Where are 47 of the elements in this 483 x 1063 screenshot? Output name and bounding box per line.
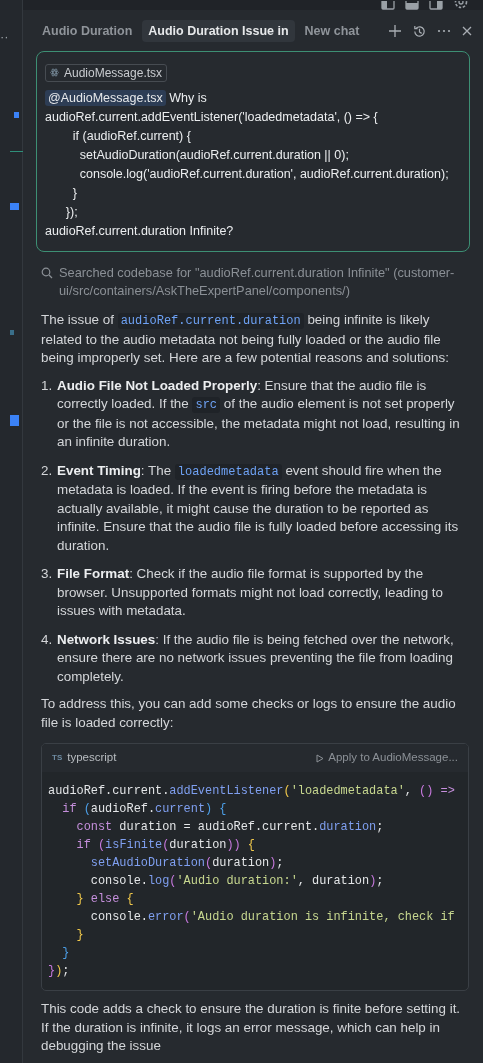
code-line: } [75, 927, 85, 944]
react-icon [50, 68, 59, 77]
message-text: @AudioMessage.tsx Why is audioRef.current.addEventListener('loadedmetadata', () => { if (audioRef.current) { setAudioDuration(audioRef.current.duration || 0); console.log('audioRef.current.duration', audioRef.current.duration); } }); audioRef.current.duration Infinite? [45, 89, 450, 240]
sidebar-layout-icon[interactable] [381, 1, 395, 10]
code-line: } [61, 945, 71, 962]
chat-tab[interactable]: Audio Duration Issue in [142, 20, 295, 42]
apply-button[interactable]: Apply to AudioMessage... [316, 749, 458, 767]
more-text[interactable]: ·· [0, 30, 9, 43]
change-marker [10, 330, 14, 335]
panel-layout-icon[interactable] [405, 1, 419, 10]
list-number: 4. [41, 630, 53, 649]
paragraph: To address this, you can add some checks or logs to ensure the audio file is loaded correctly: [41, 695, 457, 732]
code-line: setAudioDuration(duration); [89, 855, 285, 872]
code-line: if (audioRef.current) { [61, 801, 228, 818]
paragraph: The issue of audioRef.current.duration being infinite is likely related to the audio metadata not being fully loaded or the audio file being improperly set. Here are a few potential reasons and solutions: [41, 311, 450, 367]
language-abbreviation: TS [52, 752, 63, 764]
settings-icon[interactable] [453, 1, 469, 10]
code-line: }); [48, 963, 71, 980]
language-label: typescript [67, 750, 117, 766]
chat-tab[interactable]: New chat [298, 20, 366, 42]
code-line: if (isFinite(duration)) { [75, 837, 256, 854]
add-icon[interactable] [388, 24, 402, 38]
search-icon [41, 267, 53, 279]
change-marker [10, 415, 19, 426]
file-attachment[interactable]: AudioMessage.tsx [45, 63, 168, 82]
paragraph: This code adds a check to ensure the duration is finite before setting it. If the duration is infinite, it logs an error message, which can help in debugging the issue [41, 1000, 462, 1055]
code-line: } else { [75, 891, 135, 908]
list-item-text: Event Timing: The loadedmetadata event should fire when the metadata is loaded. If the event is firing before the metadata is actually available, it might cause the duration to be reported as infinite. Ensure that the audio file is fully loaded before accessing its duration. [57, 461, 460, 555]
change-marker [14, 112, 19, 118]
list-item-text: Network Issues: If the audio file is being fetched over the network, ensure there are no network issues preventing the file from loading completely. [57, 630, 455, 686]
code-line: console.log('Audio duration:', duration); [89, 873, 385, 890]
code-line: console.error('Audio duration is infinite, check if [89, 909, 456, 926]
change-marker [10, 203, 19, 210]
history-icon[interactable] [412, 23, 427, 39]
close-icon[interactable] [461, 25, 473, 37]
play-icon [316, 753, 325, 763]
list-item-text: File Format: Check if the audio file format is supported by the browser. Unsupported formats might not load correctly, leading to issues with metadata. [57, 565, 445, 620]
list-number: 3. [41, 565, 53, 583]
list-number: 2. [41, 461, 53, 480]
list-item-text: Audio File Not Loaded Properly: Ensure that the audio file is correctly loaded. If the src of the audio element is not set properly or the file is not accessible, the metadata might not load, resulting in an infinite duration. [57, 376, 461, 451]
chat-tab[interactable]: Audio Duration [36, 20, 139, 42]
search-status: Searched codebase for "audioRef.current.duration Infinite" (customer-ui/src/containers/AskTheExpertPanel/components/) [59, 264, 456, 300]
code-line: audioRef.current.addEventListener('loadedmetadata', () => [48, 783, 456, 800]
code-line: const duration = audioRef.current.duration; [75, 819, 385, 836]
list-number: 1. [41, 376, 53, 395]
change-marker [10, 151, 23, 152]
sidebar-layout-icon[interactable] [429, 1, 443, 10]
